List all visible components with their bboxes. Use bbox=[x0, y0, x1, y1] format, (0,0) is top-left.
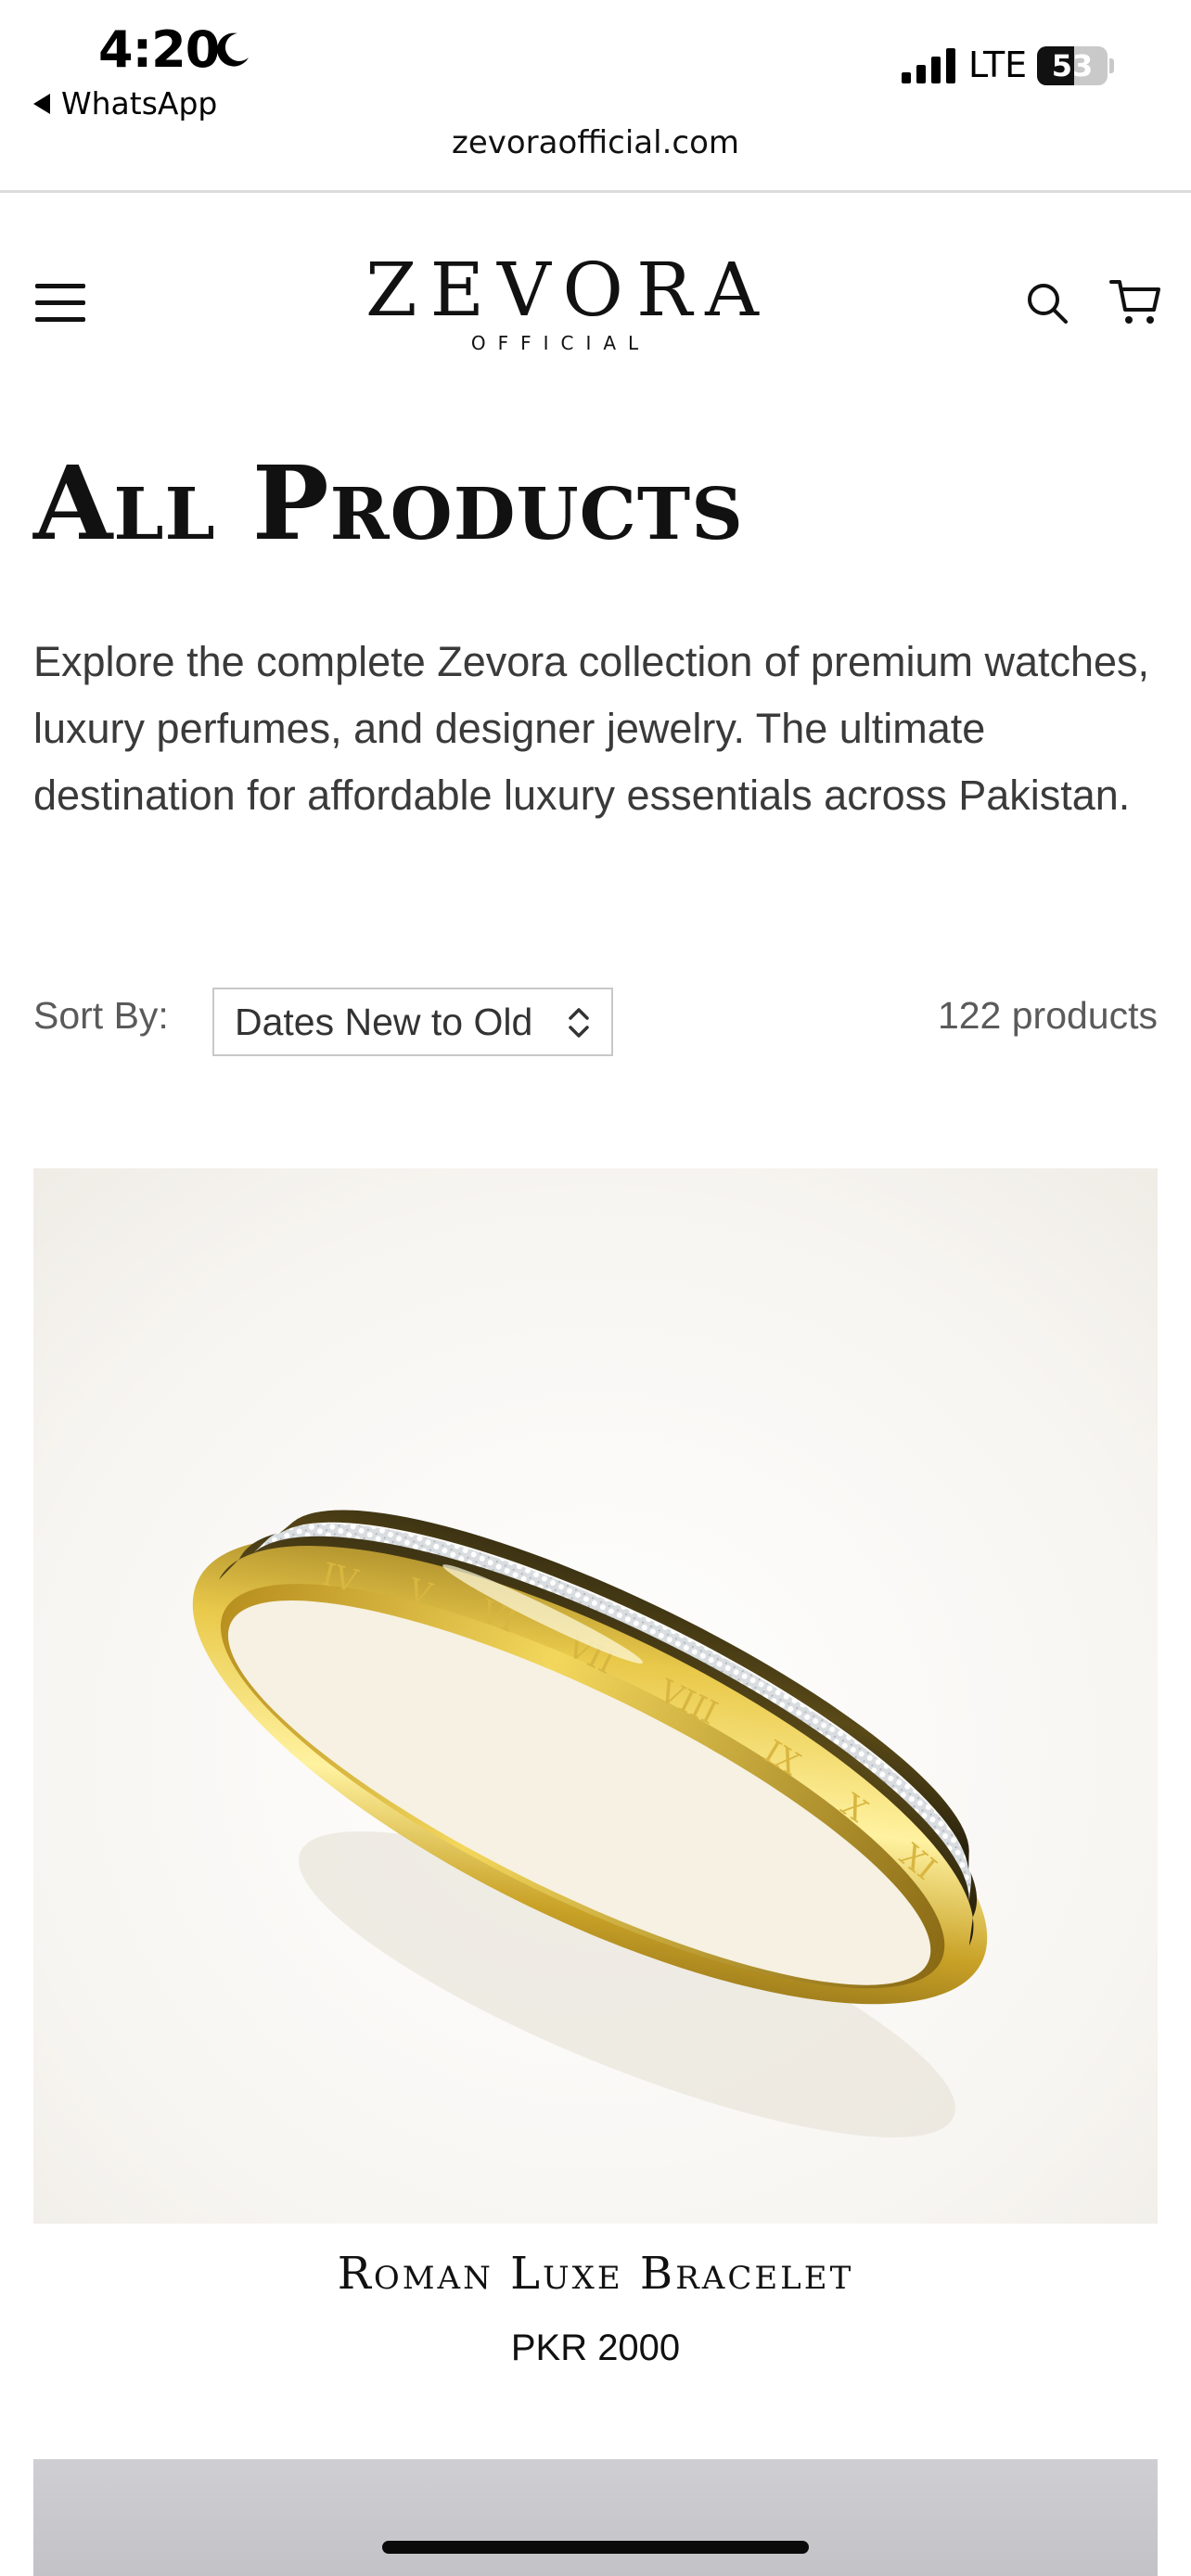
menu-icon[interactable] bbox=[35, 284, 87, 323]
chevron-up-down-icon bbox=[569, 1008, 589, 1038]
status-time: 4:20 bbox=[98, 20, 220, 79]
logo-subtitle: OFFICIAL bbox=[470, 332, 651, 354]
collection-description: Explore the complete Zevora collection o… bbox=[33, 638, 1150, 819]
sort-label: Sort By: bbox=[33, 994, 169, 1037]
network-label: LTE bbox=[968, 45, 1028, 85]
moon-icon bbox=[217, 32, 249, 67]
sort-select-value: Dates New to Old bbox=[235, 1000, 533, 1043]
next-product-image[interactable] bbox=[33, 2459, 1158, 2576]
signal-icon bbox=[902, 48, 955, 83]
browser-divider bbox=[0, 190, 1191, 193]
home-indicator[interactable] bbox=[382, 2541, 809, 2554]
back-arrow-icon bbox=[33, 93, 50, 114]
sort-select[interactable]: Dates New to Old bbox=[212, 988, 613, 1056]
search-icon[interactable] bbox=[1024, 280, 1069, 325]
battery-level: 53 bbox=[1051, 48, 1094, 83]
product-count: 122 products bbox=[937, 994, 1158, 1037]
product-name[interactable]: Roman Luxe Bracelet bbox=[0, 2248, 1191, 2300]
battery-icon: 53 bbox=[1037, 46, 1114, 85]
page-title: All Products bbox=[33, 443, 744, 563]
site-logo[interactable]: ZEVORA OFFICIAL bbox=[352, 247, 772, 355]
product-price: PKR 2000 bbox=[510, 2327, 681, 2368]
product-image[interactable]: IV V VI VII VIII IX X XI bbox=[33, 1168, 1158, 2224]
back-app-label: WhatsApp bbox=[61, 85, 218, 121]
status-bar: 4:20 WhatsApp LTE 53 zevoraofficial.com bbox=[0, 0, 1191, 190]
logo-wordmark: ZEVORA bbox=[365, 247, 772, 333]
cart-icon[interactable] bbox=[1109, 276, 1161, 326]
back-to-app-button[interactable]: WhatsApp bbox=[33, 85, 217, 121]
url-bar[interactable]: zevoraofficial.com bbox=[0, 124, 1191, 161]
